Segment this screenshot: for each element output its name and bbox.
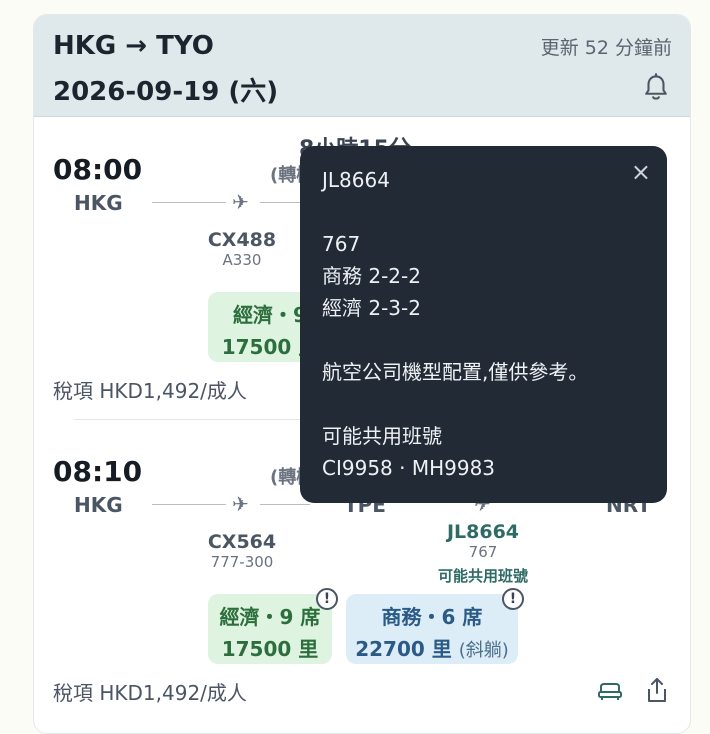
card-header: HKG → TYO 2026-09-19 (六) 更新 52 分鐘前 [34,15,690,117]
leg-aircraft: A330 [222,251,262,269]
leg-flight-number[interactable]: JL8664 [423,521,543,543]
tooltip-aircraft: 767 [322,232,361,256]
tooltip-business-config: 商務 2-2-2 [322,264,421,288]
route-line [260,504,310,505]
plane-icon: ✈ [232,492,249,516]
warning-icon[interactable]: ! [316,588,338,610]
route-line [152,202,226,203]
leg-aircraft: 767 [468,543,498,561]
departure-time: 08:10 [53,455,143,488]
plane-icon: ✈ [232,190,249,214]
economy-seats: 經濟・9 席 [219,605,321,629]
business-miles-value: 22700 里 [355,637,452,661]
flight-date: 2026-09-19 (六) [53,77,279,107]
share-icon[interactable] [645,676,669,704]
business-seats: 商務・6 席 [381,605,483,629]
economy-miles: 17500 里 [221,637,319,661]
departure-airport: HKG [74,493,123,517]
codeshare-note[interactable]: 可能共用班號 [403,565,563,586]
tax-info: 稅項 HKD1,492/成人 [53,681,247,705]
tooltip-economy-config: 經濟 2-3-2 [322,296,421,320]
leg-flight-number[interactable]: CX564 [182,531,302,553]
tooltip-note: 航空公司機型配置,僅供參考。 [322,360,589,384]
business-miles: 22700 里 (斜躺) [346,633,518,662]
tax-info: 稅項 HKD1,492/成人 [53,379,247,403]
close-icon[interactable]: × [631,158,651,186]
route-line [152,504,226,505]
economy-fare[interactable]: 經濟・9 席 17500 里 [208,594,332,664]
seat-icon[interactable] [597,681,623,701]
tooltip-codeshare-list: CI9958 · MH9983 [322,456,496,480]
business-fare[interactable]: 商務・6 席 22700 里 (斜躺) [346,594,518,664]
tooltip-codeshare-title: 可能共用班號 [322,424,442,448]
route-title: HKG → TYO [53,31,214,61]
updated-time: 更新 52 分鐘前 [540,37,672,59]
seat-type: (斜躺) [458,640,509,661]
warning-icon[interactable]: ! [502,588,524,610]
departure-time: 08:00 [53,153,143,186]
tooltip-flight-number: JL8664 [322,168,390,192]
bell-icon[interactable] [642,73,670,103]
leg-aircraft: 777-300 [210,553,274,571]
departure-airport: HKG [74,191,123,215]
leg-flight-number[interactable]: CX488 [182,229,302,251]
aircraft-config-tooltip: × JL8664 767 商務 2-2-2 經濟 2-3-2 航空公司機型配置,… [300,146,667,503]
